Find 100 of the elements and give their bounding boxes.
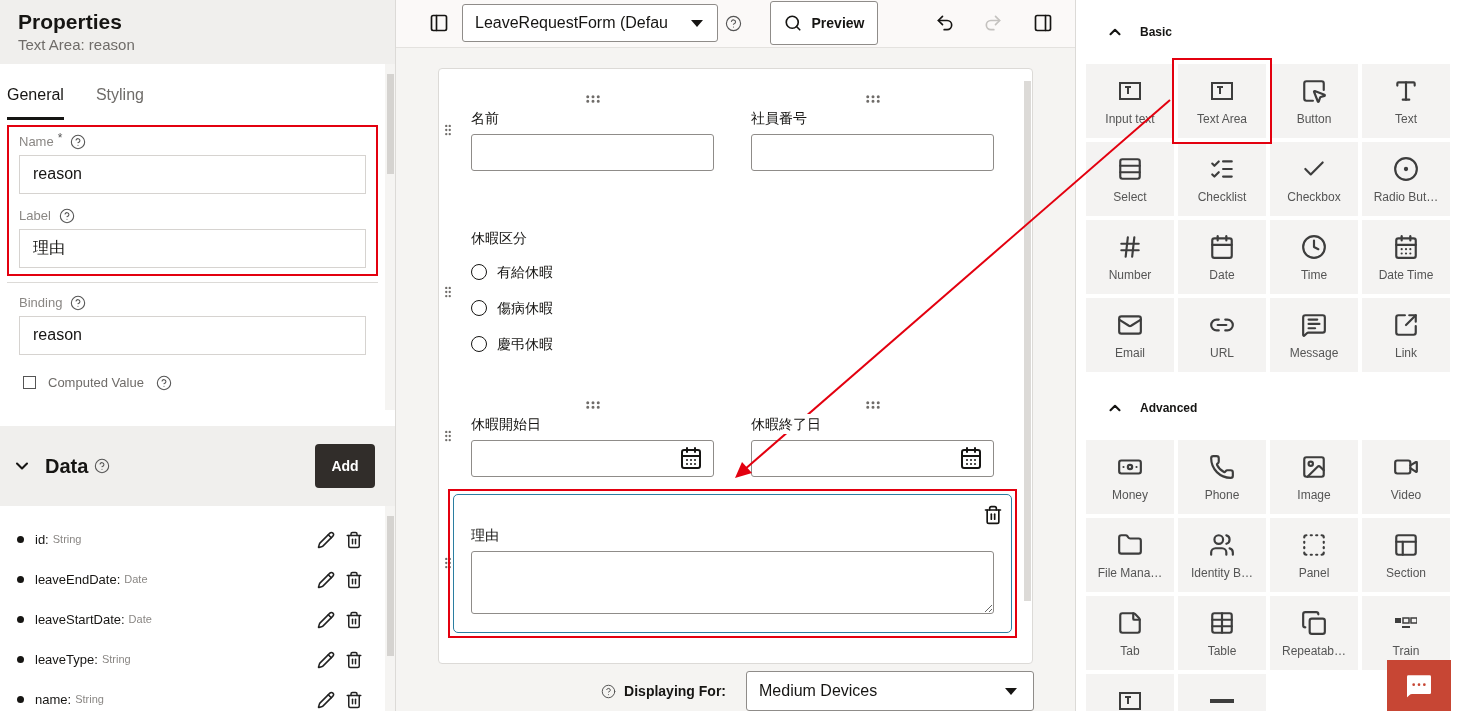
bullet-icon: [17, 616, 24, 623]
edit-icon[interactable]: [317, 650, 335, 669]
palette-tile[interactable]: Time: [1270, 220, 1358, 294]
preview-button[interactable]: Preview: [770, 1, 878, 46]
help-icon[interactable]: [70, 133, 87, 150]
tab[interactable]: General: [7, 63, 64, 120]
data-item-name[interactable]: leaveType:: [35, 649, 98, 670]
palette-tile[interactable]: Text Area: [1178, 64, 1266, 138]
edit-icon[interactable]: [317, 690, 335, 709]
data-item-name[interactable]: leaveEndDate:: [35, 569, 121, 590]
scrollbar[interactable]: [385, 63, 395, 411]
radio-label: 慶弔休暇: [497, 334, 553, 354]
help-icon[interactable]: [94, 458, 111, 475]
palette-tile[interactable]: Repeatab…: [1270, 596, 1358, 670]
data-item-type: Date: [128, 612, 152, 628]
device-select[interactable]: Medium Devices: [746, 671, 1034, 711]
delete-icon[interactable]: [345, 530, 363, 549]
palette-tile[interactable]: Panel: [1270, 518, 1358, 592]
chat-button[interactable]: [1387, 660, 1451, 711]
delete-icon[interactable]: [983, 504, 1003, 525]
tile-label: Text: [1395, 111, 1417, 128]
edit-icon[interactable]: [317, 610, 335, 629]
number-icon: [1117, 234, 1143, 260]
tile-label: Panel: [1298, 565, 1330, 582]
palette-tile[interactable]: Table: [1178, 596, 1266, 670]
palette-tile[interactable]: Section: [1362, 518, 1450, 592]
data-item-name[interactable]: name:: [35, 689, 72, 710]
form-select[interactable]: LeaveRequestForm (Defau: [462, 4, 718, 43]
palette-tile[interactable]: Tab: [1086, 596, 1174, 670]
mail-icon: [1117, 312, 1143, 338]
help-icon[interactable]: [155, 374, 172, 391]
text-area[interactable]: [471, 550, 994, 614]
checkbox[interactable]: [23, 376, 36, 390]
palette-tile[interactable]: Text: [1362, 64, 1450, 138]
calendar-icon[interactable]: [959, 446, 983, 471]
panel-toggle-icon[interactable]: [1033, 13, 1053, 34]
palette-tile[interactable]: Button: [1270, 64, 1358, 138]
note-icon: [1117, 610, 1143, 636]
tile-label: URL: [1210, 345, 1234, 362]
palette-tile[interactable]: Train: [1362, 596, 1450, 670]
text-field[interactable]: 理由: [19, 228, 366, 268]
text-field[interactable]: reason: [19, 315, 366, 355]
calendar-icon: [1209, 234, 1235, 260]
data-item-type: Date: [124, 572, 148, 588]
text-area-icon: [1211, 82, 1233, 100]
tile-label: Repeatab…: [1281, 643, 1346, 660]
data-item-name[interactable]: id:: [35, 529, 49, 550]
palette-tile[interactable]: Checklist: [1178, 142, 1266, 216]
tab[interactable]: Styling: [95, 63, 144, 120]
text-field[interactable]: [751, 133, 994, 171]
delete-icon[interactable]: [345, 610, 363, 629]
date-field[interactable]: [471, 439, 714, 477]
data-item-name[interactable]: leaveStartDate:: [35, 609, 125, 630]
tile-label: Video: [1390, 487, 1422, 504]
bullet-icon: [17, 536, 24, 543]
palette-tile[interactable]: URL: [1178, 298, 1266, 372]
palette-tile[interactable]: Date Time: [1362, 220, 1450, 294]
undo-icon[interactable]: [935, 13, 955, 34]
group-title: Advanced: [1140, 400, 1198, 417]
delete-icon[interactable]: [345, 650, 363, 669]
edit-icon[interactable]: [317, 570, 335, 589]
text-icon: [1393, 78, 1419, 104]
palette-tile[interactable]: Video: [1362, 440, 1450, 514]
help-icon[interactable]: [58, 207, 75, 224]
palette-tile[interactable]: Message: [1270, 298, 1358, 372]
table-icon: [1209, 610, 1235, 636]
palette-tile[interactable]: Identity B…: [1178, 518, 1266, 592]
palette-tile[interactable]: Select: [1086, 142, 1174, 216]
help-icon[interactable]: [601, 683, 617, 699]
date-field[interactable]: [751, 439, 994, 477]
displaying-for-label: Displaying For:: [624, 681, 726, 701]
add-button[interactable]: Add: [315, 444, 375, 489]
palette-tile[interactable]: Image: [1270, 440, 1358, 514]
palette-tile[interactable]: File Mana…: [1086, 518, 1174, 592]
help-icon[interactable]: [70, 294, 87, 311]
message-icon: [1301, 312, 1327, 338]
palette-tile[interactable]: Number: [1086, 220, 1174, 294]
bullet-icon: [17, 656, 24, 663]
text-field[interactable]: [471, 133, 714, 171]
tile-label: Link: [1395, 345, 1417, 362]
calendar-icon[interactable]: [679, 446, 703, 471]
palette-tile[interactable]: Money: [1086, 440, 1174, 514]
palette-tile[interactable]: Radio But…: [1362, 142, 1450, 216]
radio-label: 傷病休暇: [497, 298, 553, 318]
help-icon[interactable]: [725, 14, 742, 32]
external-link-icon: [1393, 312, 1419, 338]
text-field[interactable]: reason: [19, 154, 366, 194]
dashed-square-icon: [1301, 532, 1327, 558]
panel-toggle-icon[interactable]: [429, 13, 449, 34]
delete-icon[interactable]: [345, 690, 363, 709]
data-item-type: String: [52, 532, 82, 548]
palette-tile[interactable]: Date: [1178, 220, 1266, 294]
tile-label: Radio But…: [1373, 189, 1439, 206]
scrollbar[interactable]: [385, 506, 395, 711]
palette-tile[interactable]: Checkbox: [1270, 142, 1358, 216]
delete-icon[interactable]: [345, 570, 363, 589]
palette-tile[interactable]: Phone: [1178, 440, 1266, 514]
palette-tile[interactable]: Link: [1362, 298, 1450, 372]
edit-icon[interactable]: [317, 530, 335, 549]
palette-tile[interactable]: Email: [1086, 298, 1174, 372]
